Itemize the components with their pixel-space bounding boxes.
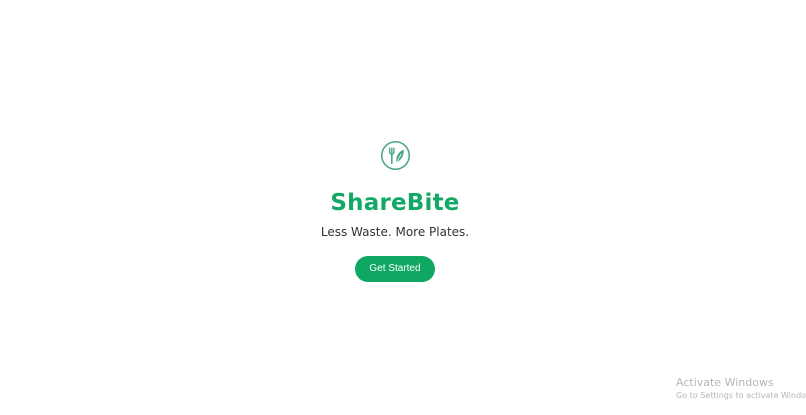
get-started-button[interactable]: Get Started xyxy=(355,256,435,282)
hero-section: ShareBite Less Waste. More Plates. Get S… xyxy=(0,0,806,415)
watermark-title: Activate Windows xyxy=(676,376,774,389)
app-tagline: Less Waste. More Plates. xyxy=(320,225,470,239)
activate-windows-watermark: Activate Windows Go to Settings to activ… xyxy=(676,376,806,402)
app-title: ShareBite xyxy=(330,190,460,216)
watermark-subtitle: Go to Settings to activate Windows. xyxy=(676,391,806,400)
fork-leaf-icon xyxy=(380,140,411,171)
